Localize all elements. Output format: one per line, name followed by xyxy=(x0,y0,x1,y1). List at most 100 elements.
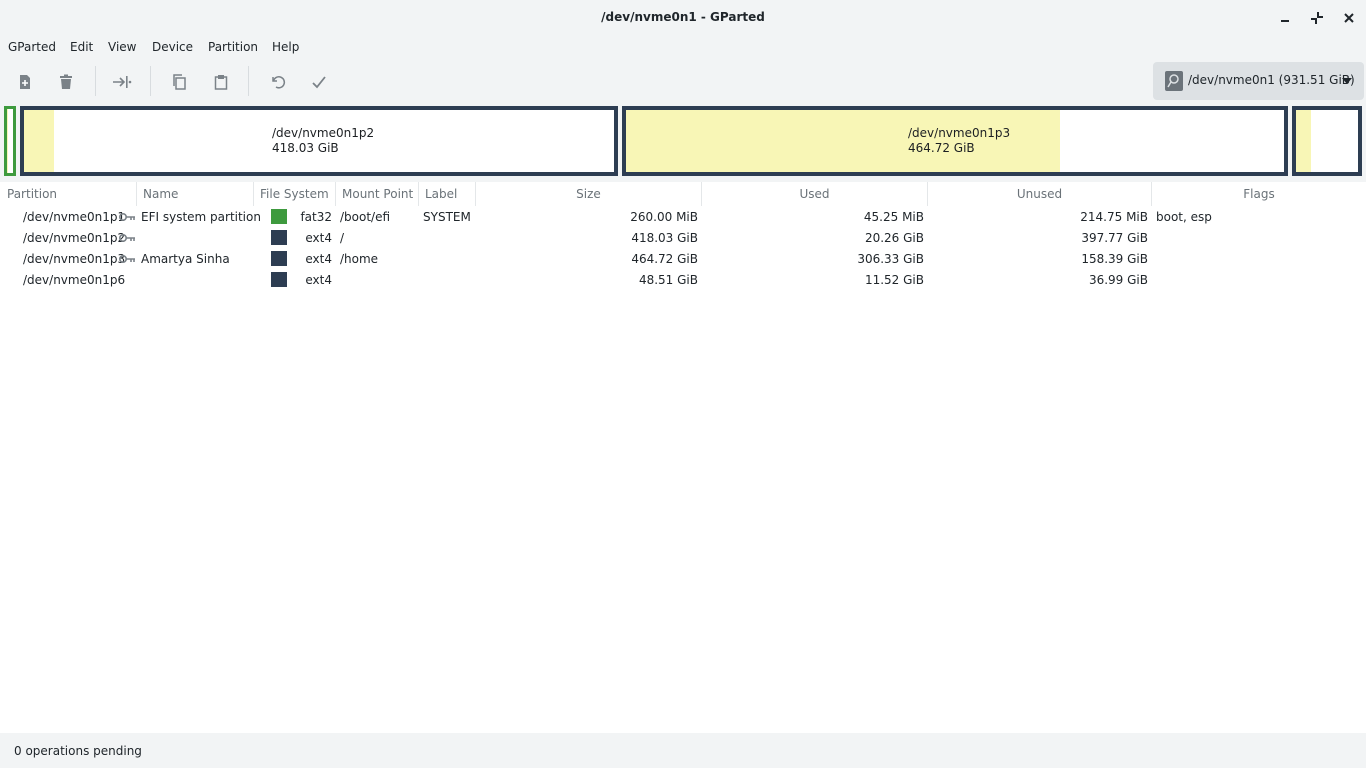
table-row[interactable]: /dev/nvme0n1p3 Amartya Sinha ext4 /home … xyxy=(0,249,1366,270)
fs-color-swatch xyxy=(271,209,287,224)
menu-bar: GParted Edit View Device Partition Help xyxy=(0,36,1366,60)
device-selector-label: /dev/nvme0n1 (931.51 GiB) xyxy=(1188,73,1355,87)
cell-filesystem: ext4 xyxy=(305,273,332,287)
menu-edit[interactable]: Edit xyxy=(70,40,93,54)
key-icon xyxy=(119,234,135,242)
new-partition-icon xyxy=(20,75,30,89)
partition-size: 418.03 GiB xyxy=(272,141,339,155)
disk-icon xyxy=(1165,71,1183,91)
cell-size: 464.72 GiB xyxy=(631,252,698,266)
resize-move-button[interactable] xyxy=(111,71,133,93)
title-bar: /dev/nvme0n1 - GParted xyxy=(0,0,1366,36)
cell-partition: /dev/nvme0n1p6 xyxy=(23,273,126,287)
status-bar: 0 operations pending xyxy=(0,733,1366,768)
paste-button[interactable] xyxy=(210,71,232,93)
table-row[interactable]: /dev/nvme0n1p6 ext4 48.51 GiB 11.52 GiB … xyxy=(0,270,1366,291)
restore-icon xyxy=(1311,12,1323,24)
table-row[interactable]: /dev/nvme0n1p2 ext4 / 418.03 GiB 20.26 G… xyxy=(0,228,1366,249)
copy-button[interactable] xyxy=(168,71,190,93)
toolbar-separator xyxy=(248,66,249,96)
undo-icon xyxy=(272,76,286,89)
undo-button[interactable] xyxy=(267,71,289,93)
column-header-mount-point[interactable]: Mount Point xyxy=(336,182,419,206)
close-button[interactable] xyxy=(1339,8,1359,28)
menu-gparted[interactable]: GParted xyxy=(8,40,56,54)
disk-map-partition-p3[interactable]: /dev/nvme0n1p3 464.72 GiB xyxy=(622,106,1288,176)
used-bar xyxy=(7,109,9,173)
cell-filesystem: fat32 xyxy=(300,210,332,224)
column-header-used[interactable]: Used xyxy=(702,182,928,206)
paste-icon xyxy=(214,75,228,90)
column-header-filesystem[interactable]: File System xyxy=(254,182,336,206)
menu-partition[interactable]: Partition xyxy=(208,40,258,54)
column-header-label[interactable]: Label xyxy=(419,182,476,206)
disk-map-partition-p6[interactable] xyxy=(1292,106,1362,176)
partition-text: /dev/nvme0n1p3 464.72 GiB xyxy=(908,126,1010,156)
cell-unused: 214.75 MiB xyxy=(1080,210,1148,224)
toolbar-separator xyxy=(95,66,96,96)
column-header-name[interactable]: Name xyxy=(137,182,254,206)
new-partition-button[interactable] xyxy=(14,71,36,93)
cell-used: 11.52 GiB xyxy=(864,273,924,287)
chevron-down-icon xyxy=(1342,78,1352,84)
operations-pending-text: 0 operations pending xyxy=(14,744,142,758)
partition-name: /dev/nvme0n1p3 xyxy=(908,126,1011,140)
disk-map-partition-p2[interactable]: /dev/nvme0n1p2 418.03 GiB xyxy=(20,106,618,176)
partition-text: /dev/nvme0n1p2 418.03 GiB xyxy=(272,126,374,156)
cell-used: 306.33 GiB xyxy=(857,252,924,266)
cell-unused: 397.77 GiB xyxy=(1081,231,1148,245)
cell-size: 48.51 GiB xyxy=(638,273,698,287)
cell-size: 418.03 GiB xyxy=(631,231,698,245)
resize-move-icon xyxy=(113,76,132,88)
cell-filesystem: ext4 xyxy=(305,231,332,245)
menu-help[interactable]: Help xyxy=(272,40,299,54)
column-header-size[interactable]: Size xyxy=(476,182,702,206)
cell-unused: 36.99 GiB xyxy=(1088,273,1148,287)
minimize-icon xyxy=(1281,20,1289,22)
device-selector[interactable]: /dev/nvme0n1 (931.51 GiB) xyxy=(1153,62,1364,100)
menu-view[interactable]: View xyxy=(108,40,136,54)
minimize-button[interactable] xyxy=(1275,8,1295,28)
cell-used: 20.26 GiB xyxy=(864,231,924,245)
column-header-partition[interactable]: Partition xyxy=(0,182,137,206)
cell-name: EFI system partition xyxy=(141,210,261,224)
used-bar xyxy=(1296,110,1311,172)
column-header-unused[interactable]: Unused xyxy=(928,182,1152,206)
fs-color-swatch xyxy=(271,230,287,245)
partition-size: 464.72 GiB xyxy=(908,141,975,155)
menu-device[interactable]: Device xyxy=(152,40,193,54)
restore-button[interactable] xyxy=(1307,8,1327,28)
table-row[interactable]: /dev/nvme0n1p1 EFI system partition fat3… xyxy=(0,207,1366,228)
cell-size: 260.00 MiB xyxy=(630,210,698,224)
key-icon xyxy=(119,255,135,263)
cell-flags: boot, esp xyxy=(1156,210,1212,224)
used-bar xyxy=(24,110,54,172)
key-icon xyxy=(119,213,135,221)
fs-color-swatch xyxy=(271,272,287,287)
trash-icon xyxy=(60,74,72,89)
disk-map-partition-p1[interactable] xyxy=(4,106,16,176)
toolbar-separator xyxy=(150,66,151,96)
cell-partition: /dev/nvme0n1p1 xyxy=(23,210,126,224)
cell-partition: /dev/nvme0n1p2 xyxy=(23,231,126,245)
partition-table: Partition Name File System Mount Point L… xyxy=(0,182,1366,733)
cell-name: Amartya Sinha xyxy=(141,252,230,266)
checkmark-icon xyxy=(312,76,326,89)
window-title: /dev/nvme0n1 - GParted xyxy=(601,10,765,24)
apply-button[interactable] xyxy=(308,71,330,93)
cell-mount-point: / xyxy=(340,231,345,245)
cell-unused: 158.39 GiB xyxy=(1081,252,1148,266)
partition-name: /dev/nvme0n1p2 xyxy=(272,126,375,140)
cell-used: 45.25 MiB xyxy=(863,210,924,224)
close-icon xyxy=(1344,13,1354,23)
cell-partition: /dev/nvme0n1p3 xyxy=(23,252,126,266)
column-header-flags[interactable]: Flags xyxy=(1152,182,1366,206)
cell-mount-point: /boot/efi xyxy=(340,210,391,224)
disk-map: /dev/nvme0n1p2 418.03 GiB /dev/nvme0n1p3… xyxy=(4,106,1362,176)
delete-partition-button[interactable] xyxy=(55,71,77,93)
cell-label: SYSTEM xyxy=(423,210,471,224)
fs-color-swatch xyxy=(271,251,287,266)
copy-icon xyxy=(173,74,186,90)
cell-mount-point: /home xyxy=(340,252,379,266)
cell-filesystem: ext4 xyxy=(305,252,332,266)
